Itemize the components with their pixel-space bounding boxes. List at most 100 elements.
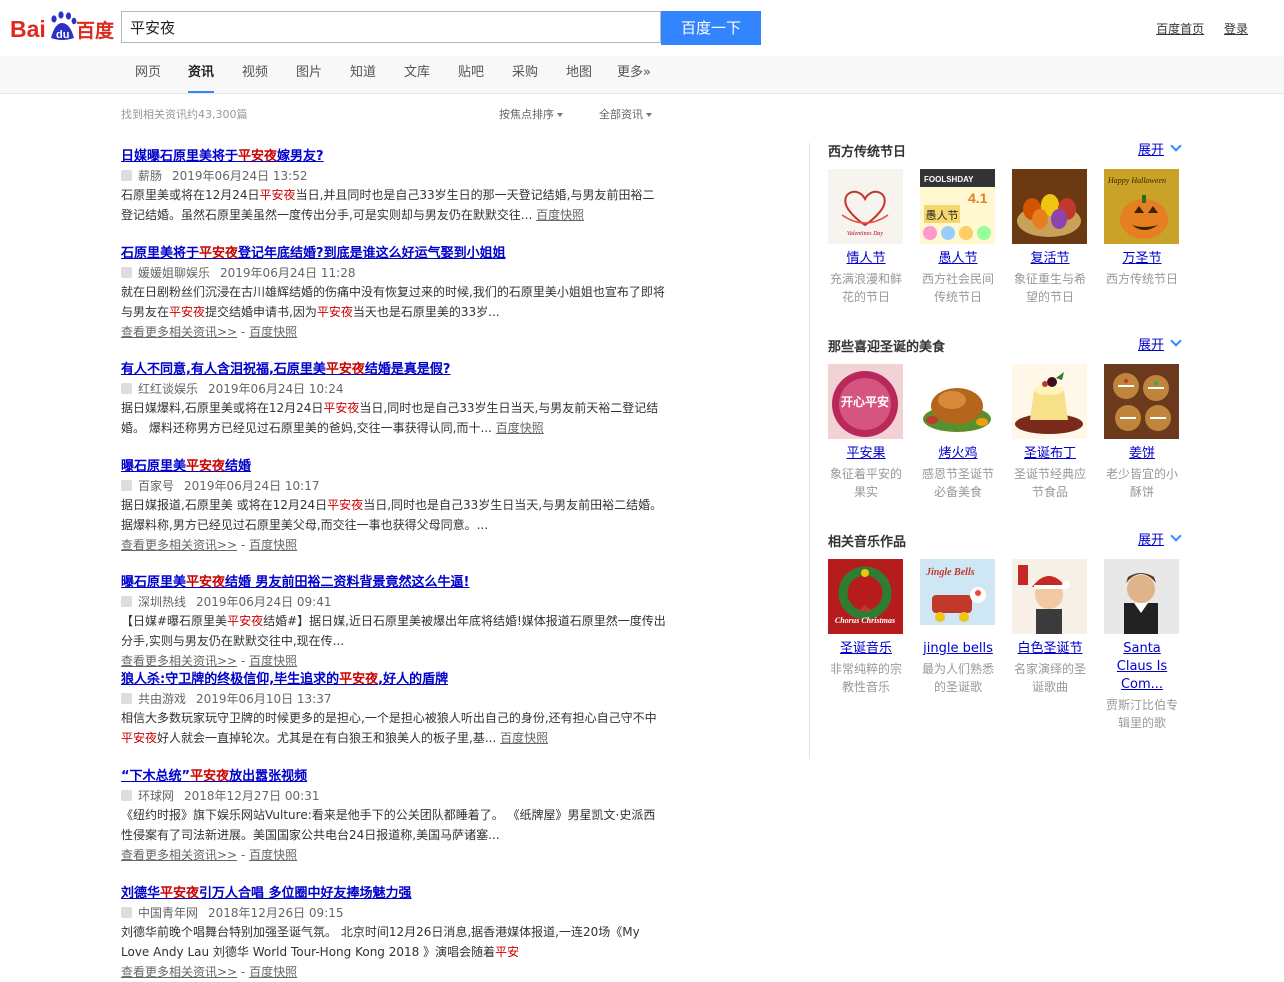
result-item: “下木总统”平安夜放出嚣张视频 环球网 2018年12月27日 00:31 《纽约时报… (121, 767, 666, 865)
expand-button[interactable]: 展开 (1138, 334, 1182, 353)
result-title-link[interactable]: 有人不同意,有人含泪祝福,石原里美平安夜结婚是真是假? (121, 360, 666, 379)
sidebar-section-food: 那些喜迎圣诞的美食 展开 开心平安 平安果 象征着平安的果实 烤火鸡 感恩节圣诞节必备美食圣… (828, 334, 1182, 499)
card-thumbnail[interactable] (1104, 364, 1179, 439)
card-description: 圣诞节经典应节食品 (1013, 467, 1086, 499)
snapshot-link[interactable]: 百度快照 (249, 538, 297, 552)
card-title-link[interactable]: 白色圣诞节 (1012, 640, 1088, 658)
result-title-link[interactable]: 狼人杀:守卫牌的终极信仰,毕生追求的平安夜,好人的盾牌 (121, 670, 666, 689)
tab-map[interactable]: 地图 (566, 56, 592, 93)
result-title-link[interactable]: 曝石原里美平安夜结婚 (121, 457, 666, 476)
search-button[interactable]: 百度一下 (661, 11, 761, 45)
text-segment: ,好人的盾牌 (378, 672, 449, 687)
keyword-highlight: 平安夜 (238, 149, 278, 164)
expand-button[interactable]: 展开 (1138, 529, 1182, 548)
more-related-link[interactable]: 查看更多相关资讯>> (121, 965, 237, 979)
sidebar-section-music: 相关音乐作品 展开 Chorus Christmas 圣诞音乐 非常纯粹的宗教性音乐 Ji… (828, 529, 1182, 730)
more-related-link[interactable]: 查看更多相关资讯>> (121, 848, 237, 862)
result-title-link[interactable]: 石原里美将于平安夜登记年底结婚?到底是谁这么好运气娶到小姐姐 (121, 244, 666, 263)
card-title-link[interactable]: 万圣节 (1104, 250, 1180, 268)
card-thumbnail[interactable]: 开心平安 (828, 364, 903, 439)
sidebar-card[interactable]: 烤火鸡 感恩节圣诞节必备美食 (920, 364, 996, 501)
tab-web[interactable]: 网页 (135, 56, 161, 93)
sort-dropdown[interactable]: 按焦点排序 (499, 106, 563, 122)
snapshot-link[interactable]: 百度快照 (249, 654, 297, 668)
card-thumbnail[interactable]: FOOLSHDAY 4.1 愚人节 (920, 169, 995, 244)
more-related-link[interactable]: 查看更多相关资讯>> (121, 654, 237, 668)
result-meta: 百家号 2019年06月24日 10:17 (121, 477, 666, 495)
snapshot-link[interactable]: 百度快照 (496, 421, 544, 435)
result-source: 环球网 (138, 789, 175, 803)
snapshot-link[interactable]: 百度快照 (249, 325, 297, 339)
snapshot-link[interactable]: 百度快照 (536, 208, 584, 222)
source-logo-icon (121, 170, 132, 181)
result-title-link[interactable]: 曝石原里美平安夜结婚 男友前田裕二资料背景竟然这么牛逼! (121, 573, 666, 592)
source-logo-icon (121, 480, 132, 491)
sidebar-card[interactable]: Chorus Christmas 圣诞音乐 非常纯粹的宗教性音乐 (828, 559, 904, 696)
sidebar-card[interactable]: Happy Halloween 万圣节 西方传统节日 (1104, 169, 1180, 288)
sidebar-card[interactable]: Valentines Day 情人节 充满浪漫和鲜花的节日 (828, 169, 904, 306)
more-related-link[interactable]: 查看更多相关资讯>> (121, 325, 237, 339)
sidebar-card[interactable]: Santa Claus Is Com... 贾斯汀比伯专辑里的歌 (1104, 559, 1180, 732)
tab-video[interactable]: 视频 (242, 56, 268, 93)
search-input[interactable] (122, 12, 658, 42)
result-item: 日媒曝石原里美将于平安夜嫁男友? 薪肠 2019年06月24日 13:52 石原里美或… (121, 147, 666, 225)
more-related-link[interactable]: 查看更多相关资讯>> (121, 538, 237, 552)
result-more-line: 查看更多相关资讯>> - 百度快照 (121, 962, 666, 982)
keyword-highlight: 平安夜 (316, 305, 353, 319)
card-title-link[interactable]: 情人节 (828, 250, 904, 268)
tab-caigou[interactable]: 采购 (512, 56, 538, 93)
login-link[interactable]: 登录 (1224, 22, 1248, 36)
tab-zhidao[interactable]: 知道 (350, 56, 376, 93)
tab-more[interactable]: 更多» (617, 56, 651, 93)
sidebar-card[interactable]: 白色圣诞节 名家演绎的圣诞歌曲 (1012, 559, 1088, 696)
card-thumbnail[interactable] (1104, 559, 1179, 634)
sidebar-card[interactable]: FOOLSHDAY 4.1 愚人节 愚人节 西方社会民间传统节日 (920, 169, 996, 306)
card-thumbnail[interactable] (1012, 364, 1087, 439)
sidebar-card[interactable]: Jingle Bells jingle bells 最为人们熟悉的圣诞歌 (920, 559, 996, 696)
snapshot-link[interactable]: 百度快照 (249, 965, 297, 979)
tab-tieba[interactable]: 贴吧 (458, 56, 484, 93)
snapshot-link[interactable]: 百度快照 (500, 731, 548, 745)
result-title-link[interactable]: 刘德华平安夜引万人合唱 多位圈中好友捧场魅力强 (121, 884, 666, 903)
card-thumbnail[interactable]: Jingle Bells (920, 559, 995, 634)
card-title-link[interactable]: 平安果 (828, 445, 904, 463)
card-thumbnail[interactable] (1012, 559, 1087, 634)
card-title-link[interactable]: jingle bells (920, 640, 996, 658)
sidebar-card[interactable]: 姜饼 老少皆宜的小酥饼 (1104, 364, 1180, 501)
card-title-link[interactable]: 圣诞音乐 (828, 640, 904, 658)
card-thumbnail[interactable]: Chorus Christmas (828, 559, 903, 634)
card-title-link[interactable]: 复活节 (1012, 250, 1088, 268)
card-thumbnail[interactable]: Happy Halloween (1104, 169, 1179, 244)
baidu-logo[interactable]: Bai du 百度 (10, 8, 114, 44)
card-title-link[interactable]: 烤火鸡 (920, 445, 996, 463)
card-title-link[interactable]: 愚人节 (920, 250, 996, 268)
result-item: 曝石原里美平安夜结婚 百家号 2019年06月24日 10:17 据日媒报道,石原里美… (121, 457, 666, 555)
text-segment: 相信大多数玩家玩守卫牌的时候更多的是担心,一个是担心被狼人听出自己的身份,还有担… (121, 711, 657, 725)
card-thumbnail[interactable] (920, 364, 995, 439)
card-thumbnail[interactable] (1012, 169, 1087, 244)
tab-news[interactable]: 资讯 (188, 56, 215, 93)
card-title-link[interactable]: 圣诞布丁 (1012, 445, 1088, 463)
result-source: 薪肠 (138, 169, 163, 183)
home-link[interactable]: 百度首页 (1156, 22, 1204, 36)
svg-text:4.1: 4.1 (968, 190, 988, 206)
result-title-link[interactable]: 日媒曝石原里美将于平安夜嫁男友? (121, 147, 666, 166)
keyword-highlight: 平安夜 (325, 362, 365, 377)
sidebar-card[interactable]: 复活节 象征重生与希望的节日 (1012, 169, 1088, 306)
result-title-link[interactable]: “下木总统”平安夜放出嚣张视频 (121, 767, 666, 786)
sidebar-card[interactable]: 开心平安 平安果 象征着平安的果实 (828, 364, 904, 501)
card-title-link[interactable]: 姜饼 (1104, 445, 1180, 463)
sidebar-card[interactable]: 圣诞布丁圣诞节经典应节食品 (1012, 364, 1088, 501)
tab-images[interactable]: 图片 (296, 56, 322, 93)
caret-down-icon (557, 113, 563, 117)
card-title-link[interactable]: Santa Claus Is Com... (1104, 640, 1180, 694)
result-more-line: 查看更多相关资讯>> - 百度快照 (121, 845, 666, 865)
tab-wenku[interactable]: 文库 (404, 56, 430, 93)
snapshot-link[interactable]: 百度快照 (249, 848, 297, 862)
separator: - (237, 654, 250, 668)
card-thumbnail[interactable]: Valentines Day (828, 169, 903, 244)
filter-dropdown[interactable]: 全部资讯 (599, 106, 652, 122)
expand-button[interactable]: 展开 (1138, 139, 1182, 158)
result-date: 2019年06月24日 09:41 (196, 595, 332, 609)
keyword-highlight: 平安夜 (190, 769, 230, 784)
